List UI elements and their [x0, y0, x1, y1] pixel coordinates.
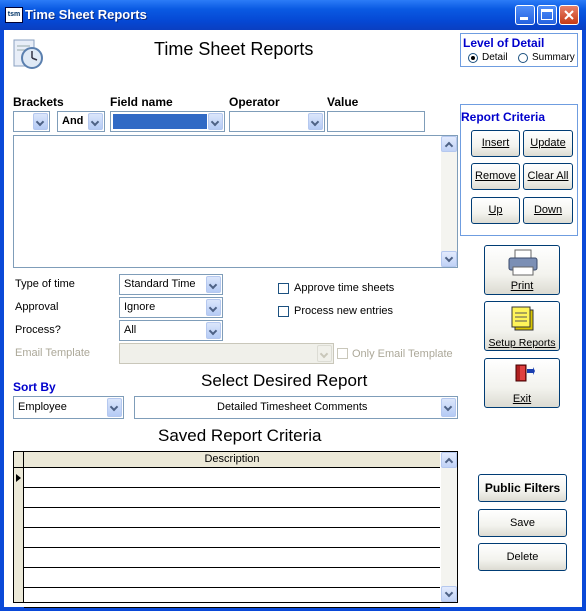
minimize-icon	[520, 17, 528, 20]
page-title: Time Sheet Reports	[154, 39, 314, 59]
maximize-icon	[541, 9, 553, 20]
only-email-template-checkbox	[337, 348, 348, 359]
level-of-detail-title: Level of Detail	[463, 36, 545, 50]
row-indicator-column	[14, 468, 24, 602]
up-button[interactable]: Up	[471, 197, 520, 224]
remove-button[interactable]: Remove	[471, 163, 520, 190]
detail-radio[interactable]	[468, 53, 478, 63]
chevron-down-icon	[317, 345, 332, 362]
value-input[interactable]	[327, 111, 425, 132]
insert-button[interactable]: Insert	[471, 130, 520, 157]
summary-radio[interactable]	[518, 53, 528, 63]
app-window: tsm Time Sheet Reports Time Sheet Report…	[0, 0, 586, 611]
notepad-icon	[511, 306, 534, 331]
print-button[interactable]: Print	[484, 245, 560, 295]
down-button[interactable]: Down	[523, 197, 573, 224]
table-row[interactable]	[24, 589, 440, 608]
title-bar[interactable]: tsm Time Sheet Reports	[0, 0, 586, 30]
update-button[interactable]: Update	[523, 130, 573, 157]
chevron-down-icon[interactable]	[206, 299, 221, 316]
email-template-select	[119, 343, 334, 364]
scroll-up-icon[interactable]	[441, 136, 457, 152]
printer-icon	[508, 249, 538, 276]
process-new-entries-label: Process new entries	[294, 305, 394, 317]
close-icon	[564, 10, 574, 20]
table-row[interactable]	[24, 509, 440, 528]
clock-report-icon	[13, 39, 43, 69]
operator-label: Operator	[229, 95, 280, 109]
table-row[interactable]	[24, 529, 440, 548]
grid-corner	[14, 452, 24, 468]
clear-all-button[interactable]: Clear All	[523, 163, 573, 190]
scroll-up-icon[interactable]	[441, 452, 457, 468]
exit-button[interactable]: Exit	[484, 358, 560, 408]
sort-by-label: Sort By	[13, 380, 56, 394]
only-email-template-label: Only Email Template	[352, 348, 453, 360]
field-name-label: Field name	[110, 95, 173, 109]
table-row[interactable]	[24, 469, 440, 488]
saved-criteria-heading: Saved Report Criteria	[158, 426, 322, 445]
save-button[interactable]: Save	[478, 509, 567, 537]
report-criteria-title: Report Criteria	[461, 110, 546, 124]
exit-door-icon	[515, 364, 535, 382]
approve-time-sheets-label: Approve time sheets	[294, 282, 395, 294]
chevron-down-icon[interactable]	[308, 113, 323, 130]
chevron-down-icon[interactable]	[33, 113, 48, 130]
chevron-down-icon[interactable]	[107, 398, 122, 417]
app-icon: tsm	[5, 7, 23, 23]
form-client-area: Time Sheet Reports Level of Detail Detai…	[4, 30, 582, 608]
setup-reports-button[interactable]: Setup Reports	[484, 301, 560, 351]
field-name-select[interactable]	[110, 111, 225, 132]
description-column-header[interactable]: Description	[24, 452, 440, 468]
table-row[interactable]	[24, 569, 440, 588]
saved-criteria-grid[interactable]: Description	[13, 451, 458, 608]
report-criteria-group: Report Criteria Insert Update Remove Cle…	[460, 104, 578, 236]
saved-criteria-scrollbar[interactable]	[441, 452, 457, 602]
chevron-down-icon[interactable]	[208, 113, 223, 130]
field-name-selection	[113, 114, 207, 129]
value-label: Value	[327, 95, 359, 109]
scroll-down-icon[interactable]	[441, 251, 457, 267]
select-report-heading: Select Desired Report	[201, 371, 368, 390]
table-row[interactable]	[24, 489, 440, 508]
approval-select[interactable]: Ignore	[119, 297, 223, 318]
close-button[interactable]	[559, 5, 579, 25]
level-of-detail-group: Level of Detail Detail Summary	[460, 33, 578, 67]
brackets-select[interactable]	[13, 111, 50, 132]
brackets-label: Brackets	[13, 95, 64, 109]
delete-button[interactable]: Delete	[478, 543, 567, 571]
maximize-button[interactable]	[537, 5, 557, 25]
sort-by-select[interactable]: Employee	[13, 396, 124, 419]
report-select[interactable]: Detailed Timesheet Comments	[134, 396, 458, 419]
detail-radio-label: Detail	[482, 52, 508, 63]
approval-label: Approval	[15, 301, 59, 313]
summary-radio-label: Summary	[532, 52, 575, 63]
current-row-arrow-icon	[16, 474, 21, 482]
process-new-entries-checkbox[interactable]	[278, 306, 289, 317]
scroll-down-icon[interactable]	[441, 586, 457, 602]
type-of-time-label: Type of time	[15, 278, 75, 290]
chevron-down-icon[interactable]	[206, 276, 221, 293]
operator-select[interactable]	[229, 111, 325, 132]
type-of-time-select[interactable]: Standard Time	[119, 274, 223, 295]
approve-time-sheets-checkbox[interactable]	[278, 283, 289, 294]
email-template-label: Email Template	[15, 347, 90, 359]
process-select[interactable]: All	[119, 320, 223, 341]
chevron-down-icon[interactable]	[206, 322, 221, 339]
chevron-down-icon[interactable]	[88, 113, 103, 130]
and-or-select[interactable]: And	[57, 111, 105, 132]
criteria-list[interactable]	[13, 135, 458, 268]
minimize-button[interactable]	[515, 5, 535, 25]
chevron-down-icon[interactable]	[441, 398, 456, 417]
process-label: Process?	[15, 324, 61, 336]
window-title: Time Sheet Reports	[25, 7, 147, 22]
criteria-list-scrollbar[interactable]	[441, 136, 457, 267]
public-filters-button[interactable]: Public Filters	[478, 474, 567, 502]
table-row[interactable]	[24, 549, 440, 568]
